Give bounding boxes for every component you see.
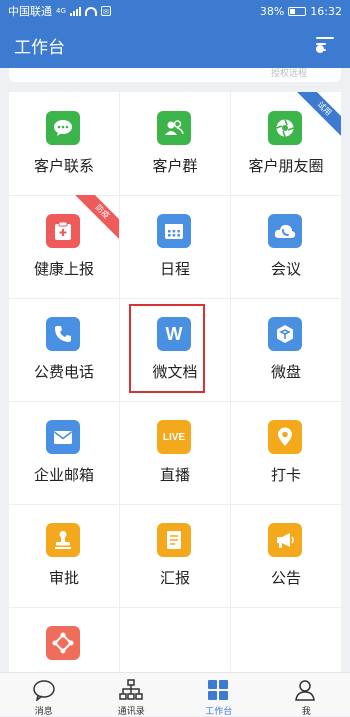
megaphone-icon xyxy=(268,523,302,557)
tab-item[interactable]: 我 xyxy=(263,673,350,716)
app-label: 会议 xyxy=(231,258,341,279)
settings-icon[interactable] xyxy=(316,37,336,53)
location-pin-icon xyxy=(268,420,302,454)
app-label: 微盘 xyxy=(231,361,341,382)
tab-label: 消息 xyxy=(0,704,88,717)
live-icon: LIVE xyxy=(157,420,191,454)
calendar-icon xyxy=(157,214,191,248)
app-label: 健康上报 xyxy=(9,258,119,279)
tab-item[interactable]: 工作台 xyxy=(175,673,263,716)
app-label: 直播 xyxy=(120,464,230,485)
person-icon xyxy=(294,679,318,701)
app-tile[interactable]: 会议 xyxy=(231,195,341,298)
mail-icon xyxy=(46,420,80,454)
app-tile[interactable]: 微盘 xyxy=(231,298,341,401)
admin-card[interactable]: 授权远程 xyxy=(9,68,341,82)
app-label: 客户群 xyxy=(120,155,230,176)
notification-icon: ✉ xyxy=(101,6,111,16)
tab-label: 通讯录 xyxy=(88,704,176,717)
app-tile[interactable]: 客户群 xyxy=(120,92,230,195)
grid-icon xyxy=(207,679,231,701)
app-tile[interactable]: 审批 xyxy=(9,504,119,607)
app-label: 打卡 xyxy=(231,464,341,485)
battery-percent: 38% xyxy=(260,5,284,18)
chat-bubble-icon xyxy=(46,111,80,145)
phone-icon xyxy=(46,317,80,351)
message-icon xyxy=(32,679,56,701)
signal-icon xyxy=(70,7,81,16)
selection-highlight xyxy=(129,304,205,393)
clock: 16:32 xyxy=(310,5,342,18)
app-tile[interactable]: 日程 xyxy=(120,195,230,298)
app-tile[interactable]: 公告 xyxy=(231,504,341,607)
app-label: 日程 xyxy=(120,258,230,279)
cube-drive-icon xyxy=(268,317,302,351)
network-label: 4G xyxy=(56,7,66,15)
app-label: 公费电话 xyxy=(9,361,119,382)
app-tile[interactable]: LIVE 直播 xyxy=(120,401,230,504)
group-icon xyxy=(157,111,191,145)
report-icon xyxy=(157,523,191,557)
app-label: 审批 xyxy=(9,567,119,588)
app-tile[interactable]: 打卡 xyxy=(231,401,341,504)
tab-item[interactable]: 通讯录 xyxy=(88,673,176,716)
wifi-icon xyxy=(85,7,97,16)
app-header: 工作台 xyxy=(0,22,350,68)
tab-item[interactable]: 消息 xyxy=(0,673,88,716)
app-label: 公告 xyxy=(231,567,341,588)
admin-hint: 授权远程 xyxy=(271,68,307,79)
page-title: 工作台 xyxy=(14,33,65,58)
app-label: 企业邮箱 xyxy=(9,464,119,485)
app-tile[interactable]: 健康上报防疫 xyxy=(9,195,119,298)
battery-icon xyxy=(288,7,306,16)
tab-label: 工作台 xyxy=(175,704,263,717)
bottom-tab-bar: 消息通讯录工作台我 xyxy=(0,672,350,716)
app-tile[interactable]: 公费电话 xyxy=(9,298,119,401)
app-tile[interactable]: 客户联系 xyxy=(9,92,119,195)
status-bar: 中国联通 4G ✉ 38% 16:32 xyxy=(0,0,350,22)
stamp-icon xyxy=(46,523,80,557)
aperture-icon xyxy=(268,111,302,145)
app-tile[interactable]: 客户朋友圈试用 xyxy=(231,92,341,195)
app-tile[interactable]: 汇报 xyxy=(120,504,230,607)
app-label: 汇报 xyxy=(120,567,230,588)
app-tile[interactable]: 企业邮箱 xyxy=(9,401,119,504)
tab-label: 我 xyxy=(263,704,350,717)
app-label: 客户联系 xyxy=(9,155,119,176)
cloud-phone-icon xyxy=(268,214,302,248)
app-tile[interactable] xyxy=(9,607,119,672)
workflow-icon xyxy=(46,626,80,660)
app-label: 客户朋友圈 xyxy=(231,155,341,176)
org-chart-icon xyxy=(119,679,143,701)
medical-clipboard-icon xyxy=(46,214,80,248)
carrier-label: 中国联通 xyxy=(8,3,52,19)
